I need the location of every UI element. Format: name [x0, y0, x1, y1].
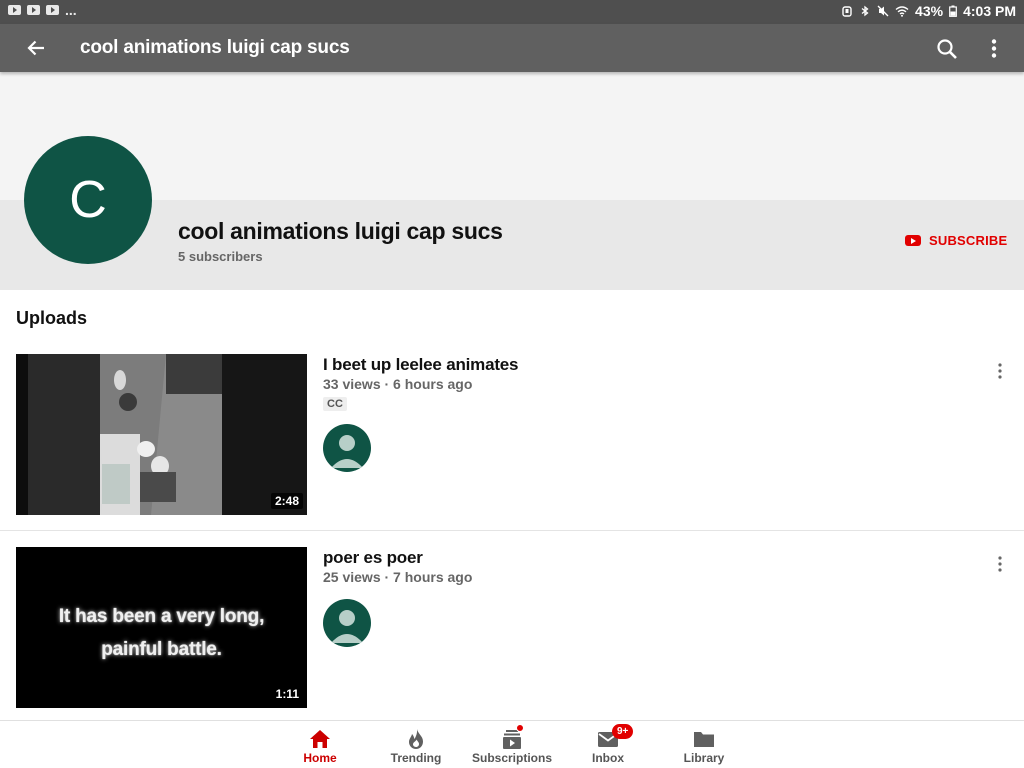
alarm-icon: [842, 6, 852, 17]
inbox-count-badge: 9+: [612, 724, 634, 739]
bluetooth-icon: [861, 5, 869, 17]
search-icon: [937, 39, 957, 59]
person-icon: [331, 435, 363, 468]
battery-percent: 43%: [915, 3, 944, 19]
more-vert-icon: [998, 556, 1002, 572]
video-thumbnail[interactable]: It has been a very long, painful battle.…: [16, 547, 307, 708]
folder-icon: [694, 732, 714, 747]
subscribe-button[interactable]: SUBSCRIBE: [905, 233, 1007, 248]
system-status: 43% 4:03 PM: [841, 3, 1016, 19]
uploader-avatar[interactable]: [323, 424, 371, 472]
battery-icon: [949, 5, 957, 17]
nav-tab-home[interactable]: Home: [272, 721, 368, 768]
video-thumbnail[interactable]: 2:48: [16, 354, 307, 515]
bottom-navigation: Home Trending Subscriptions Inbox Librar…: [0, 720, 1024, 768]
subscriptions-new-dot: [516, 724, 524, 732]
thumbnail-caption-line: It has been a very long,: [58, 606, 265, 627]
flame-icon: [409, 729, 423, 749]
home-icon: [310, 730, 330, 748]
channel-avatar[interactable]: C: [24, 136, 152, 264]
nav-tab-label: Trending: [390, 751, 442, 765]
status-bar: ... 43% 4:03 PM: [0, 0, 1024, 24]
youtube-notification-icon: [27, 5, 40, 15]
youtube-notification-icon: [8, 5, 21, 15]
subscribe-label: SUBSCRIBE: [929, 233, 1008, 248]
nav-tab-label: Subscriptions: [471, 751, 552, 765]
subscriber-count: 5 subscribers: [178, 249, 263, 264]
nav-tab-label: Library: [683, 751, 725, 765]
video-more-options-button[interactable]: [992, 362, 1008, 380]
clock: 4:03 PM: [963, 3, 1016, 19]
app-window: ... 43% 4:03 PM cool animations luigi ca…: [0, 0, 1024, 768]
arrow-left-icon: [27, 40, 44, 56]
nav-tab-subscriptions[interactable]: Subscriptions: [464, 721, 560, 768]
video-item[interactable]: It has been a very long, painful battle.…: [0, 537, 1024, 715]
nav-tab-trending[interactable]: Trending: [368, 721, 464, 768]
channel-name: cool animations luigi cap sucs: [178, 218, 503, 244]
more-vert-icon: [998, 363, 1002, 379]
thumbnail-caption-line: painful battle.: [101, 639, 222, 660]
search-button[interactable]: [934, 36, 960, 62]
channel-info-band: [0, 200, 1024, 290]
back-button[interactable]: [20, 34, 52, 62]
more-options-button[interactable]: [982, 36, 1006, 62]
youtube-notification-icon: [46, 5, 59, 15]
wifi-icon: [895, 6, 909, 17]
video-metadata: 33 views · 6 hours ago: [323, 376, 473, 392]
more-notifications-indicator: ...: [65, 2, 77, 18]
channel-banner: [0, 72, 1024, 200]
closed-captions-badge: CC: [323, 397, 347, 411]
video-title[interactable]: poer es poer: [323, 548, 423, 568]
video-duration: 1:11: [271, 686, 303, 702]
uploader-avatar[interactable]: [323, 599, 371, 647]
nav-tab-library[interactable]: Library: [656, 721, 752, 768]
person-icon: [331, 610, 363, 643]
video-metadata: 25 views · 7 hours ago: [323, 569, 473, 585]
video-duration: 2:48: [270, 493, 303, 509]
nav-tab-label: Home: [303, 751, 337, 765]
app-bar: cool animations luigi cap sucs: [0, 24, 1024, 72]
uploads-heading: Uploads: [16, 308, 88, 328]
video-more-options-button[interactable]: [992, 555, 1008, 573]
nav-tab-label: Inbox: [592, 751, 624, 765]
video-item[interactable]: 2:48 I beet up leelee animates 33 views …: [0, 344, 1024, 531]
thumbnail-image: [16, 354, 307, 515]
app-bar-title: cool animations luigi cap sucs: [80, 37, 350, 58]
more-vert-icon: [991, 39, 997, 58]
youtube-logo-icon: [905, 235, 921, 246]
notification-icons: ...: [8, 2, 77, 18]
nav-tab-inbox[interactable]: Inbox: [560, 721, 656, 768]
mute-icon: [877, 5, 889, 17]
video-title[interactable]: I beet up leelee animates: [323, 355, 519, 375]
